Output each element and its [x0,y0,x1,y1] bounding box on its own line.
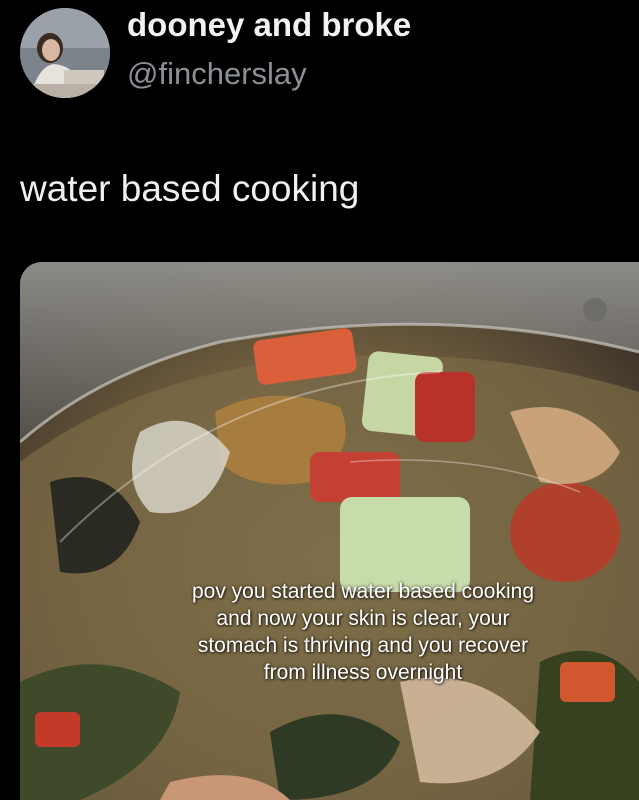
display-name[interactable]: dooney and broke [127,6,411,44]
caption-line: stomach is thriving and you recover [197,634,529,657]
tweet-media-image[interactable]: pov you started water based cooking and … [20,262,639,800]
video-caption: pov you started water based cooking and … [128,578,598,686]
caption-line: pov you started water based cooking [191,580,535,603]
tweet-header: dooney and broke @fincherslay [0,0,639,110]
soup-pot-photo [20,262,639,800]
tweet-text: water based cooking [20,168,360,209]
user-handle[interactable]: @fincherslay [127,56,307,92]
caption-line: from illness overnight [263,661,463,684]
avatar[interactable] [20,8,110,98]
avatar-image [20,8,110,98]
caption-line: and now your skin is clear, your [216,607,510,630]
